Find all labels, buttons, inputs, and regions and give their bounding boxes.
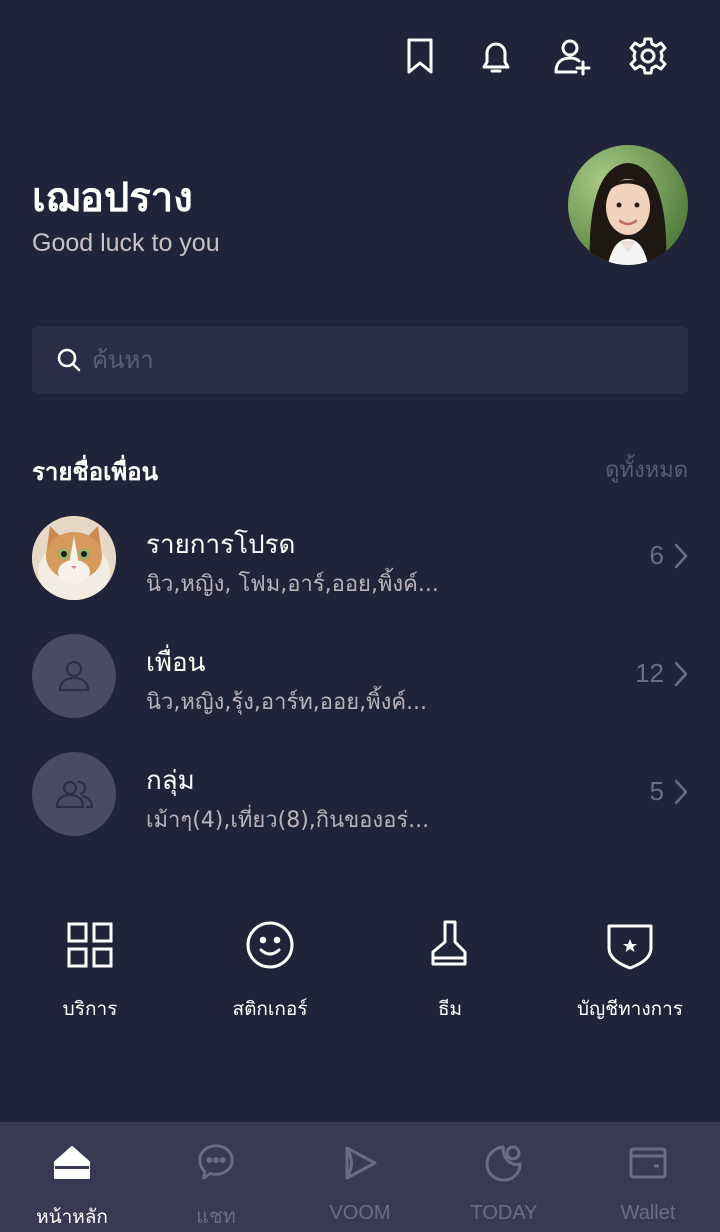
nav-label: แชท <box>196 1206 236 1228</box>
person-icon <box>58 660 90 692</box>
chevron-right-icon <box>674 543 688 569</box>
chevron-right-icon <box>674 661 688 687</box>
group-avatar <box>32 752 116 836</box>
grid-icon <box>67 922 113 968</box>
shortcut-label: บัญชีทางการ <box>577 998 683 1020</box>
profile-name: เฌอปราง <box>32 175 193 221</box>
add-friend-icon <box>554 39 591 76</box>
nav-tab-voom[interactable]: VOOM <box>288 1122 432 1232</box>
shortcut-label: บริการ <box>62 998 118 1020</box>
shortcut-stickers[interactable]: สติกเกอร์ <box>180 918 360 1024</box>
smiley-icon <box>246 921 294 969</box>
list-item-count: 5 <box>649 776 664 806</box>
list-item-count: 6 <box>649 540 664 570</box>
chat-icon <box>198 1144 234 1180</box>
nav-tab-today[interactable]: TODAY <box>432 1122 576 1232</box>
shield-star-icon <box>607 924 653 970</box>
shortcut-official-accounts[interactable]: บัญชีทางการ <box>540 918 720 1024</box>
profile-status-message: Good luck to you <box>32 229 220 257</box>
shortcut-row: บริการ สติกเกอร์ ธีม บัญชีทางการ <box>0 918 720 1028</box>
notifications-button[interactable] <box>458 32 534 80</box>
list-item-subtitle: นิว,หญิง, โฟม,อาร์,ออย,พิ้งค์... <box>146 572 439 597</box>
list-item-subtitle: เม้าๆ(4),เที่ยว(8),กินของอร่... <box>146 808 430 833</box>
section-title: รายชื่อเพื่อน <box>32 458 158 486</box>
nav-label: TODAY <box>470 1202 538 1224</box>
chevron-right-icon <box>674 779 688 805</box>
nav-label: หน้าหลัก <box>36 1206 108 1228</box>
gear-icon <box>629 37 667 75</box>
list-item-title: รายการโปรด <box>146 530 296 560</box>
shortcut-services[interactable]: บริการ <box>0 918 180 1024</box>
bookmark-icon <box>407 38 433 74</box>
friends-list: รายการโปรด นิว,หญิง, โฟม,อาร์,ออย,พิ้งค์… <box>0 498 720 852</box>
search-input[interactable] <box>92 346 652 374</box>
bell-icon <box>482 42 510 73</box>
list-item-subtitle: นิว,หญิง,รุ้ง,อาร์ท,ออย,พิ้งค์... <box>146 690 428 715</box>
nav-tab-home[interactable]: หน้าหลัก <box>0 1122 144 1232</box>
brush-icon <box>431 920 467 966</box>
shortcut-themes[interactable]: ธีม <box>360 918 540 1024</box>
list-item-friends[interactable]: เพื่อน นิว,หญิง,รุ้ง,อาร์ท,ออย,พิ้งค์...… <box>0 616 720 734</box>
profile-header[interactable]: เฌอปราง Good luck to you <box>32 145 688 265</box>
shortcut-label: สติกเกอร์ <box>232 998 308 1020</box>
settings-button[interactable] <box>610 32 686 80</box>
group-icon <box>55 780 94 809</box>
top-bar <box>382 32 686 80</box>
add-friend-button[interactable] <box>534 32 610 80</box>
bookmark-button[interactable] <box>382 32 458 80</box>
voom-icon <box>345 1146 377 1180</box>
bottom-navigation: หน้าหลัก แชท VOOM TODAY Wallet <box>0 1122 720 1232</box>
list-item-count: 12 <box>635 658 664 688</box>
nav-label: VOOM <box>329 1202 391 1224</box>
home-icon <box>54 1146 90 1179</box>
list-item-title: กลุ่ม <box>146 766 195 796</box>
today-icon <box>485 1145 522 1182</box>
wallet-icon <box>629 1147 667 1179</box>
list-item-groups[interactable]: กลุ่ม เม้าๆ(4),เที่ยว(8),กินของอร่... 5 <box>0 734 720 852</box>
friends-section-header: รายชื่อเพื่อน ดูทั้งหมด <box>32 452 688 487</box>
person-avatar <box>32 634 116 718</box>
list-item-favorites[interactable]: รายการโปรด นิว,หญิง, โฟม,อาร์,ออย,พิ้งค์… <box>0 498 720 616</box>
cat-avatar <box>32 516 116 600</box>
nav-tab-chat[interactable]: แชท <box>144 1122 288 1232</box>
search-bar[interactable] <box>32 326 688 394</box>
nav-label: Wallet <box>620 1202 676 1224</box>
list-item-title: เพื่อน <box>146 648 206 678</box>
avatar[interactable] <box>568 145 688 265</box>
nav-tab-wallet[interactable]: Wallet <box>576 1122 720 1232</box>
search-icon <box>57 348 81 372</box>
shortcut-label: ธีม <box>437 998 463 1020</box>
see-all-link[interactable]: ดูทั้งหมด <box>605 452 688 487</box>
